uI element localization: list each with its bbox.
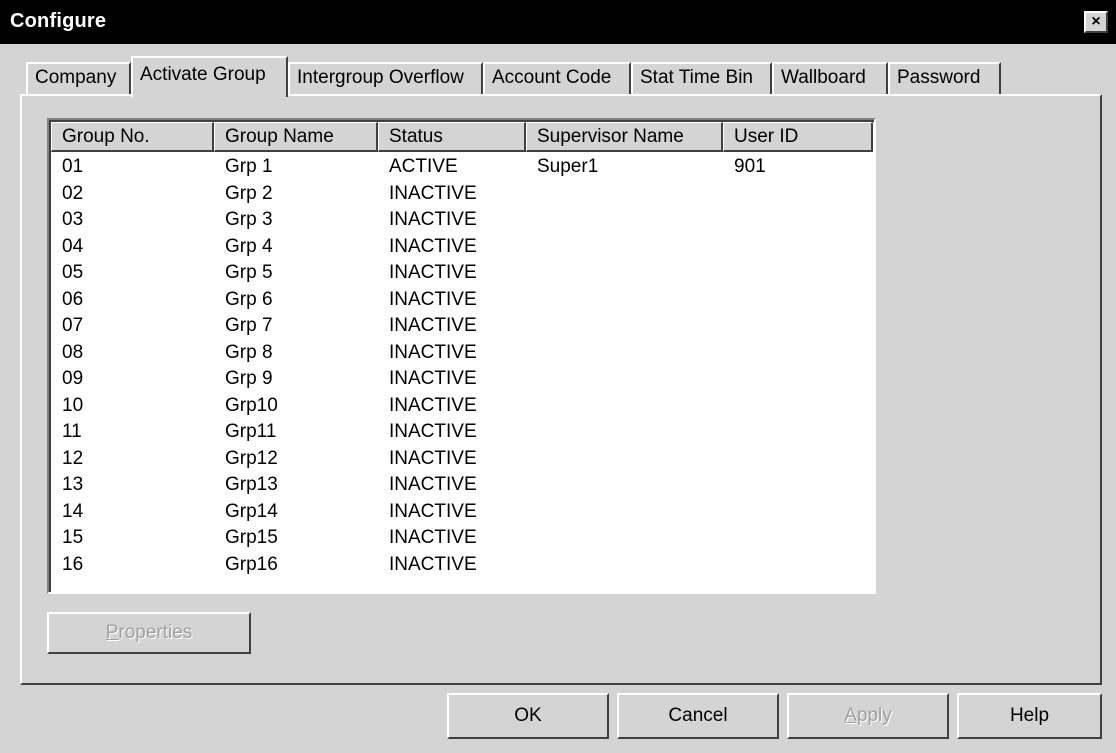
status-cell: INACTIVE <box>389 447 477 469</box>
status-cell: INACTIVE <box>389 288 477 310</box>
group-name-cell: Grp 9 <box>225 368 273 389</box>
group-no-cell: 01 <box>62 156 84 177</box>
group-no-cell: 11 <box>62 421 82 442</box>
group-no-cell: 12 <box>62 447 84 469</box>
group-no-cell: 10 <box>62 394 84 416</box>
help-button[interactable]: Help <box>957 693 1102 739</box>
table-row[interactable]: 12 Grp12 INACTIVE <box>51 446 874 473</box>
group-name-cell: Grp11 <box>225 421 277 442</box>
group-name-cell: Grp12 <box>225 447 278 469</box>
group-name-cell: Grp13 <box>225 474 278 495</box>
status-cell: INACTIVE <box>389 262 477 283</box>
status-cell: INACTIVE <box>389 394 477 416</box>
window-title: Configure <box>10 10 107 32</box>
group-no-cell: 13 <box>62 474 84 495</box>
title-bar: Configure × <box>0 0 1116 44</box>
status-cell: ACTIVE <box>389 156 458 177</box>
tab-wallboard[interactable]: Wallboard <box>772 62 888 95</box>
apply-button[interactable]: Apply <box>787 693 949 739</box>
status-cell: INACTIVE <box>389 341 477 363</box>
column-header-group-name[interactable]: Group Name <box>214 122 378 152</box>
group-no-cell: 15 <box>62 527 84 548</box>
column-header-supervisor-name[interactable]: Supervisor Name <box>526 122 723 152</box>
status-cell: INACTIVE <box>389 209 477 230</box>
group-list[interactable]: Group No. Group Name Status Supervisor N… <box>47 118 876 594</box>
status-cell: INACTIVE <box>389 368 477 389</box>
table-row[interactable]: 08 Grp 8 INACTIVE <box>51 340 874 367</box>
ok-button[interactable]: OK <box>447 693 609 739</box>
tab-account-code[interactable]: Account Code <box>483 62 631 95</box>
group-no-cell: 16 <box>62 553 84 575</box>
table-row[interactable]: 07 Grp 7 INACTIVE <box>51 313 874 340</box>
group-name-cell: Grp15 <box>225 527 278 548</box>
table-row[interactable]: 02 Grp 2 INACTIVE <box>51 181 874 208</box>
table-row[interactable]: 09 Grp 9 INACTIVE <box>51 366 874 393</box>
tab-intergroup-overflow[interactable]: Intergroup Overflow <box>288 62 483 95</box>
group-name-cell: Grp 6 <box>225 288 273 310</box>
table-row[interactable]: 11 Grp11 INACTIVE <box>51 419 874 446</box>
cancel-button[interactable]: Cancel <box>617 693 779 739</box>
column-header-user-id[interactable]: User ID <box>723 122 873 152</box>
column-header-status[interactable]: Status <box>378 122 526 152</box>
group-name-cell: Grp16 <box>225 553 278 575</box>
group-name-cell: Grp10 <box>225 394 278 416</box>
group-no-cell: 09 <box>62 368 84 389</box>
status-cell: INACTIVE <box>389 235 477 257</box>
group-no-cell: 14 <box>62 500 84 522</box>
table-row[interactable]: 03 Grp 3 INACTIVE <box>51 207 874 234</box>
properties-button[interactable]: Properties <box>47 612 251 654</box>
list-header: Group No. Group Name Status Supervisor N… <box>51 122 874 152</box>
group-name-cell: Grp 7 <box>225 315 273 336</box>
group-no-cell: 04 <box>62 235 84 257</box>
table-row[interactable]: 16 Grp16 INACTIVE <box>51 552 874 579</box>
list-body: 01 Grp 1 ACTIVE Super1 901 02 Grp 2 INACTIVE 03 G… <box>51 154 874 578</box>
group-no-cell: 05 <box>62 262 84 283</box>
column-header-group-no[interactable]: Group No. <box>51 122 214 152</box>
group-name-cell: Grp 1 <box>225 156 273 177</box>
group-name-cell: Grp 8 <box>225 341 273 363</box>
status-cell: INACTIVE <box>389 527 477 548</box>
group-name-cell: Grp 3 <box>225 209 273 230</box>
tab-password[interactable]: Password <box>888 62 1001 95</box>
supervisor-name-cell: Super1 <box>537 156 599 177</box>
status-cell: INACTIVE <box>389 182 477 204</box>
group-name-cell: Grp 5 <box>225 262 273 283</box>
table-row[interactable]: 05 Grp 5 INACTIVE <box>51 260 874 287</box>
status-cell: INACTIVE <box>389 315 477 336</box>
close-icon: × <box>1091 13 1101 30</box>
tab-stat-time-bin[interactable]: Stat Time Bin <box>631 62 772 95</box>
status-cell: INACTIVE <box>389 474 477 495</box>
group-no-cell: 02 <box>62 182 84 204</box>
status-cell: INACTIVE <box>389 421 477 442</box>
status-cell: INACTIVE <box>389 553 477 575</box>
table-row[interactable]: 14 Grp14 INACTIVE <box>51 499 874 526</box>
user-id-cell: 901 <box>734 156 766 177</box>
group-name-cell: Grp 4 <box>225 235 273 257</box>
group-no-cell: 08 <box>62 341 84 363</box>
status-cell: INACTIVE <box>389 500 477 522</box>
table-row[interactable]: 04 Grp 4 INACTIVE <box>51 234 874 261</box>
group-no-cell: 06 <box>62 288 84 310</box>
tab-activate-group[interactable]: Activate Group <box>131 56 288 97</box>
close-button[interactable]: × <box>1084 11 1108 33</box>
tab-company[interactable]: Company <box>26 62 131 95</box>
group-no-cell: 03 <box>62 209 84 230</box>
table-row[interactable]: 15 Grp15 INACTIVE <box>51 525 874 552</box>
group-name-cell: Grp14 <box>225 500 278 522</box>
group-name-cell: Grp 2 <box>225 182 273 204</box>
table-row[interactable]: 01 Grp 1 ACTIVE Super1 901 <box>51 154 874 181</box>
group-no-cell: 07 <box>62 315 84 336</box>
table-row[interactable]: 13 Grp13 INACTIVE <box>51 472 874 499</box>
table-row[interactable]: 06 Grp 6 INACTIVE <box>51 287 874 314</box>
table-row[interactable]: 10 Grp10 INACTIVE <box>51 393 874 420</box>
